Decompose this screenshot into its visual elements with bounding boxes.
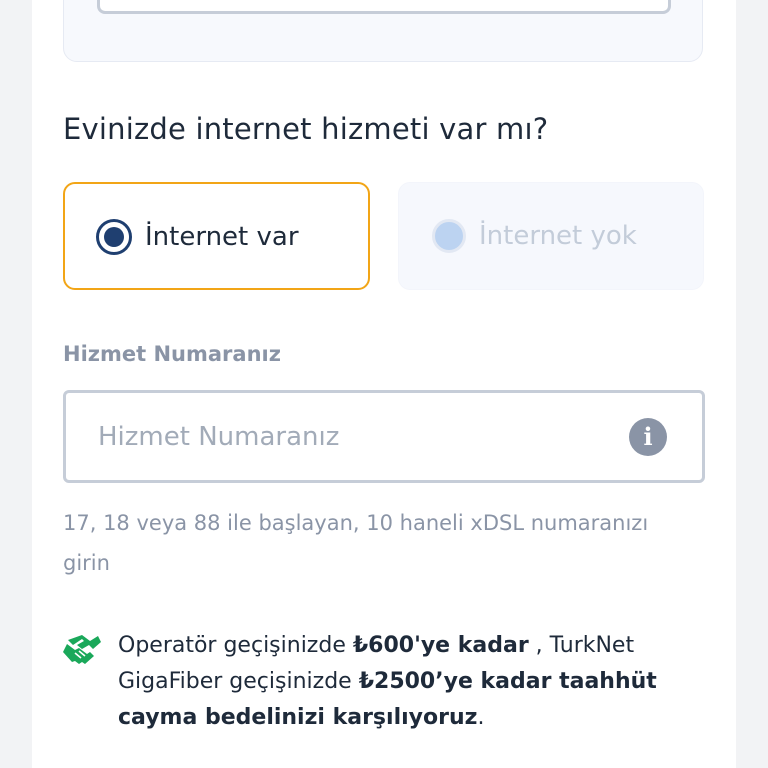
service-number-field[interactable]: i	[63, 390, 705, 483]
option-internet-var[interactable]: İnternet var	[63, 182, 370, 290]
service-number-input[interactable]	[98, 417, 598, 457]
previous-input-field[interactable]	[97, 0, 671, 14]
option-label-internet-yok: İnternet yok	[479, 221, 637, 251]
internet-question-heading: Evinizde internet hizmeti var mı?	[63, 112, 549, 146]
radio-selected-icon[interactable]	[96, 219, 132, 255]
option-label-internet-var: İnternet var	[145, 222, 299, 252]
info-icon[interactable]: i	[629, 418, 667, 456]
service-number-hint: 17, 18 veya 88 ile başlayan, 10 haneli x…	[63, 511, 649, 575]
promo-text-end: .	[477, 705, 485, 730]
radio-unselected-icon[interactable]	[432, 219, 466, 253]
previous-section-panel	[63, 0, 703, 62]
promo-text: Operatör geçişinizde ₺600'ye kadar , Tur…	[118, 628, 678, 736]
promo-amount-operator: ₺600'ye kadar	[352, 633, 529, 658]
option-internet-yok[interactable]: İnternet yok	[398, 182, 704, 290]
promo-text-part1: Operatör geçişinizde	[118, 633, 353, 658]
form-card: Evinizde internet hizmeti var mı? İntern…	[32, 0, 736, 768]
service-number-label: Hizmet Numaranız	[63, 342, 281, 366]
handshake-icon	[63, 635, 101, 664]
